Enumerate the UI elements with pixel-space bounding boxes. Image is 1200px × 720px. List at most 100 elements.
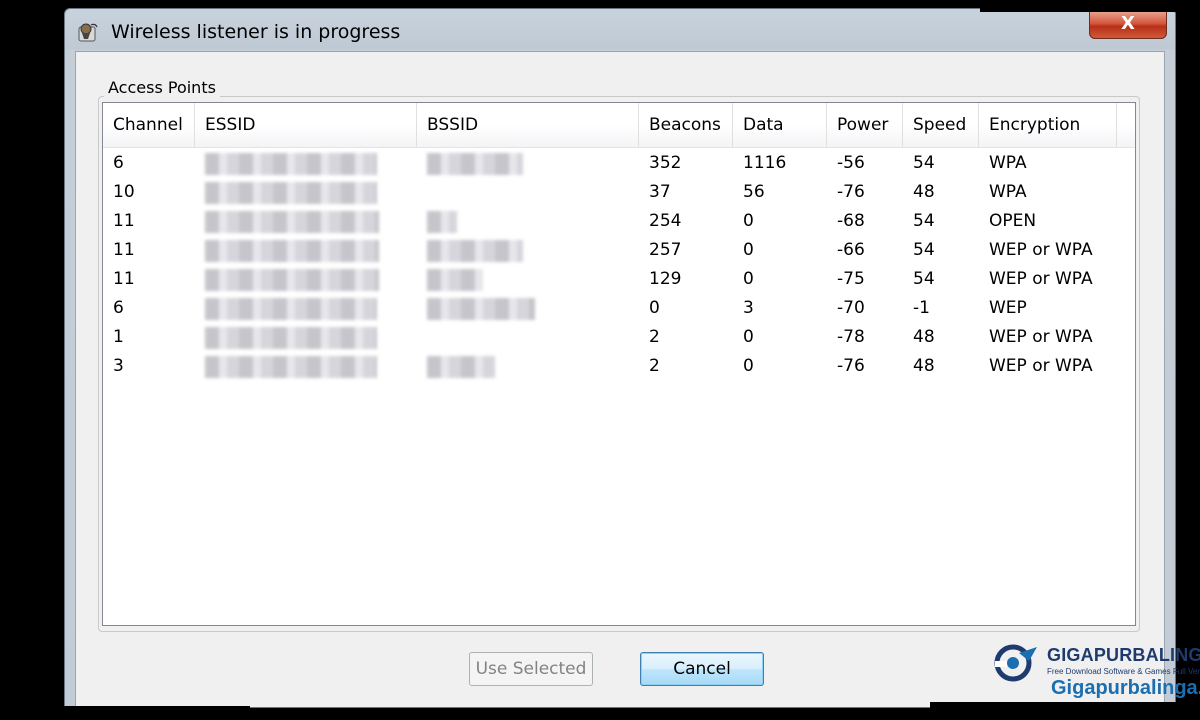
essid-redacted-block xyxy=(205,269,379,291)
cell-data: 1116 xyxy=(743,153,787,173)
table-row[interactable]: 6 0 3 -70 -1 WEP xyxy=(103,294,1135,323)
cell-data: 3 xyxy=(743,298,754,318)
table-row[interactable]: 3 2 0 -76 48 WEP or WPA xyxy=(103,352,1135,381)
cell-speed: 48 xyxy=(913,356,935,376)
cell-data: 0 xyxy=(743,356,754,376)
frame-top-mid xyxy=(64,0,358,8)
cell-speed: 54 xyxy=(913,211,935,231)
app-icon xyxy=(78,23,98,42)
essid-redacted-block xyxy=(205,356,377,378)
table-row[interactable]: 6 352 1116 -56 54 WPA xyxy=(103,149,1135,178)
cell-bssid xyxy=(417,323,639,352)
bssid-redacted-block xyxy=(427,211,457,233)
column-header-bssid[interactable]: BSSID xyxy=(417,103,639,147)
cell-encryption: WEP or WPA xyxy=(989,269,1093,289)
cell-encryption: WEP xyxy=(989,298,1027,318)
essid-redacted-block xyxy=(205,182,377,204)
column-header-channel[interactable]: Channel xyxy=(103,103,195,147)
cell-bssid xyxy=(417,294,639,323)
cell-channel: 6 xyxy=(113,298,124,318)
cell-power: -56 xyxy=(837,153,865,173)
cell-data: 0 xyxy=(743,269,754,289)
cell-speed: 48 xyxy=(913,327,935,347)
dialog-window: Wireless listener is in progress X Acces… xyxy=(64,8,1200,708)
use-selected-button[interactable]: Use Selected xyxy=(469,652,593,686)
cell-bssid xyxy=(417,236,639,265)
cell-beacons: 0 xyxy=(649,298,660,318)
cell-speed: 54 xyxy=(913,153,935,173)
cell-bssid xyxy=(417,265,639,294)
cell-channel: 1 xyxy=(113,327,124,347)
cell-power: -68 xyxy=(837,211,865,231)
cell-speed: 54 xyxy=(913,269,935,289)
cell-essid xyxy=(195,352,417,381)
cell-bssid xyxy=(417,207,639,236)
cell-encryption: WPA xyxy=(989,153,1027,173)
cell-essid xyxy=(195,294,417,323)
cell-encryption: WPA xyxy=(989,182,1027,202)
table-row[interactable]: 11 257 0 -66 54 WEP or WPA xyxy=(103,236,1135,265)
frame-top-right xyxy=(980,0,1200,12)
watermark-brand-a: GIGA xyxy=(1047,645,1094,665)
column-header-power[interactable]: Power xyxy=(827,103,903,147)
column-header-speed[interactable]: Speed xyxy=(903,103,979,147)
table-row[interactable]: 11 129 0 -75 54 WEP or WPA xyxy=(103,265,1135,294)
cell-power: -75 xyxy=(837,269,865,289)
title-bar[interactable]: Wireless listener is in progress X xyxy=(65,9,1175,51)
cell-beacons: 352 xyxy=(649,153,682,173)
essid-redacted-block xyxy=(205,298,377,320)
cell-essid xyxy=(195,178,417,207)
cell-power: -70 xyxy=(837,298,865,318)
column-header-essid[interactable]: ESSID xyxy=(195,103,417,147)
access-points-list[interactable]: Channel ESSID BSSID Beacons Data Power S… xyxy=(102,102,1136,626)
table-row[interactable]: 1 2 0 -78 48 WEP or WPA xyxy=(103,323,1135,352)
cancel-button[interactable]: Cancel xyxy=(640,652,764,686)
cell-channel: 11 xyxy=(113,240,135,260)
cell-channel: 6 xyxy=(113,153,124,173)
cell-encryption: WEP or WPA xyxy=(989,356,1093,376)
cell-channel: 3 xyxy=(113,356,124,376)
window-title: Wireless listener is in progress xyxy=(111,21,401,43)
column-header-encryption[interactable]: Encryption xyxy=(979,103,1117,147)
cell-power: -76 xyxy=(837,182,865,202)
bssid-redacted-block xyxy=(427,153,523,175)
bssid-redacted-block xyxy=(427,269,483,291)
cell-power: -66 xyxy=(837,240,865,260)
cell-bssid xyxy=(417,178,639,207)
watermark-url: Gigapurbalinga.cc xyxy=(1051,677,1200,699)
table-row[interactable]: 11 254 0 -68 54 OPEN xyxy=(103,207,1135,236)
watermark: GIGAPURBALINGGA Free Download Software &… xyxy=(993,641,1200,703)
cell-speed: 54 xyxy=(913,240,935,260)
cell-essid xyxy=(195,149,417,178)
bssid-redacted-block xyxy=(427,356,495,378)
cell-speed: 48 xyxy=(913,182,935,202)
essid-redacted-block xyxy=(205,327,377,349)
cell-beacons: 37 xyxy=(649,182,671,202)
cell-data: 0 xyxy=(743,240,754,260)
essid-redacted-block xyxy=(205,211,379,233)
essid-redacted-block xyxy=(205,240,379,262)
bssid-redacted-block xyxy=(427,298,535,320)
cell-channel: 11 xyxy=(113,211,135,231)
cell-bssid xyxy=(417,149,639,178)
cell-beacons: 2 xyxy=(649,356,660,376)
column-header-data[interactable]: Data xyxy=(733,103,827,147)
cell-essid xyxy=(195,323,417,352)
cell-encryption: WEP or WPA xyxy=(989,240,1093,260)
cell-beacons: 254 xyxy=(649,211,682,231)
cell-data: 0 xyxy=(743,327,754,347)
watermark-brand: GIGAPURBALINGGA xyxy=(1047,645,1200,666)
cell-channel: 11 xyxy=(113,269,135,289)
column-header-beacons[interactable]: Beacons xyxy=(639,103,733,147)
bssid-redacted-block xyxy=(427,240,523,262)
cell-data: 0 xyxy=(743,211,754,231)
cell-essid xyxy=(195,265,417,294)
close-button[interactable]: X xyxy=(1089,11,1167,39)
cell-encryption: OPEN xyxy=(989,211,1037,231)
table-row[interactable]: 10 37 56 -76 48 WPA xyxy=(103,178,1135,207)
essid-redacted-block xyxy=(205,153,377,175)
list-header: Channel ESSID BSSID Beacons Data Power S… xyxy=(103,103,1135,148)
cell-speed: -1 xyxy=(913,298,930,318)
frame-right xyxy=(1176,0,1200,720)
frame-bottom-left xyxy=(64,706,250,720)
